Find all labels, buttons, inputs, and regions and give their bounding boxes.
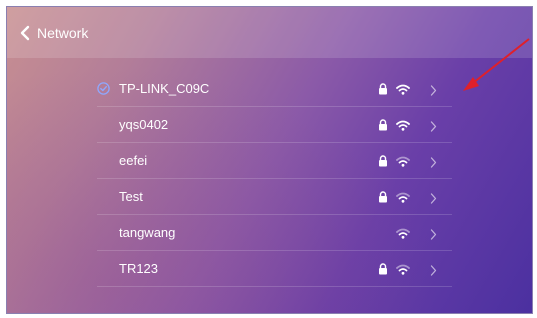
red-arrow-icon [463, 38, 530, 91]
network-row[interactable]: TP-LINK_C09C [97, 71, 452, 107]
network-screen: Network TP-LINK_C09C yqs0402 eefei Test tang… [6, 6, 533, 314]
lock-icon [378, 118, 388, 136]
network-ssid: eefei [119, 153, 148, 168]
lock-icon [378, 190, 388, 208]
page-title: Network [37, 24, 89, 41]
back-button[interactable]: Network [19, 25, 88, 41]
network-ssid: yqs0402 [119, 117, 169, 132]
network-row[interactable]: yqs0402 [97, 107, 452, 143]
chevron-right-icon [430, 263, 437, 281]
check-circle-icon [97, 82, 110, 95]
chevron-left-icon [19, 25, 31, 41]
wifi-icon [396, 154, 410, 172]
lock-icon [378, 154, 388, 172]
network-ssid: Test [119, 189, 143, 204]
wifi-icon [396, 118, 410, 136]
chevron-right-icon [430, 191, 437, 209]
network-ssid: TR123 [119, 261, 159, 276]
network-ssid: tangwang [119, 225, 176, 240]
lock-icon [378, 82, 388, 100]
lock-icon [378, 262, 388, 280]
network-ssid: TP-LINK_C09C [119, 81, 210, 96]
network-list: TP-LINK_C09C yqs0402 eefei Test tangwang TR12… [97, 71, 452, 287]
network-row[interactable]: tangwang [97, 215, 452, 251]
network-row[interactable]: Test [97, 179, 452, 215]
network-row[interactable]: eefei [97, 143, 452, 179]
chevron-right-icon [430, 155, 437, 173]
chevron-right-icon [430, 119, 437, 137]
chevron-right-icon [430, 83, 437, 101]
chevron-right-icon [430, 227, 437, 245]
wifi-icon [396, 226, 410, 244]
network-row[interactable]: TR123 [97, 251, 452, 287]
wifi-icon [396, 82, 410, 100]
wifi-icon [396, 190, 410, 208]
wifi-icon [396, 262, 410, 280]
